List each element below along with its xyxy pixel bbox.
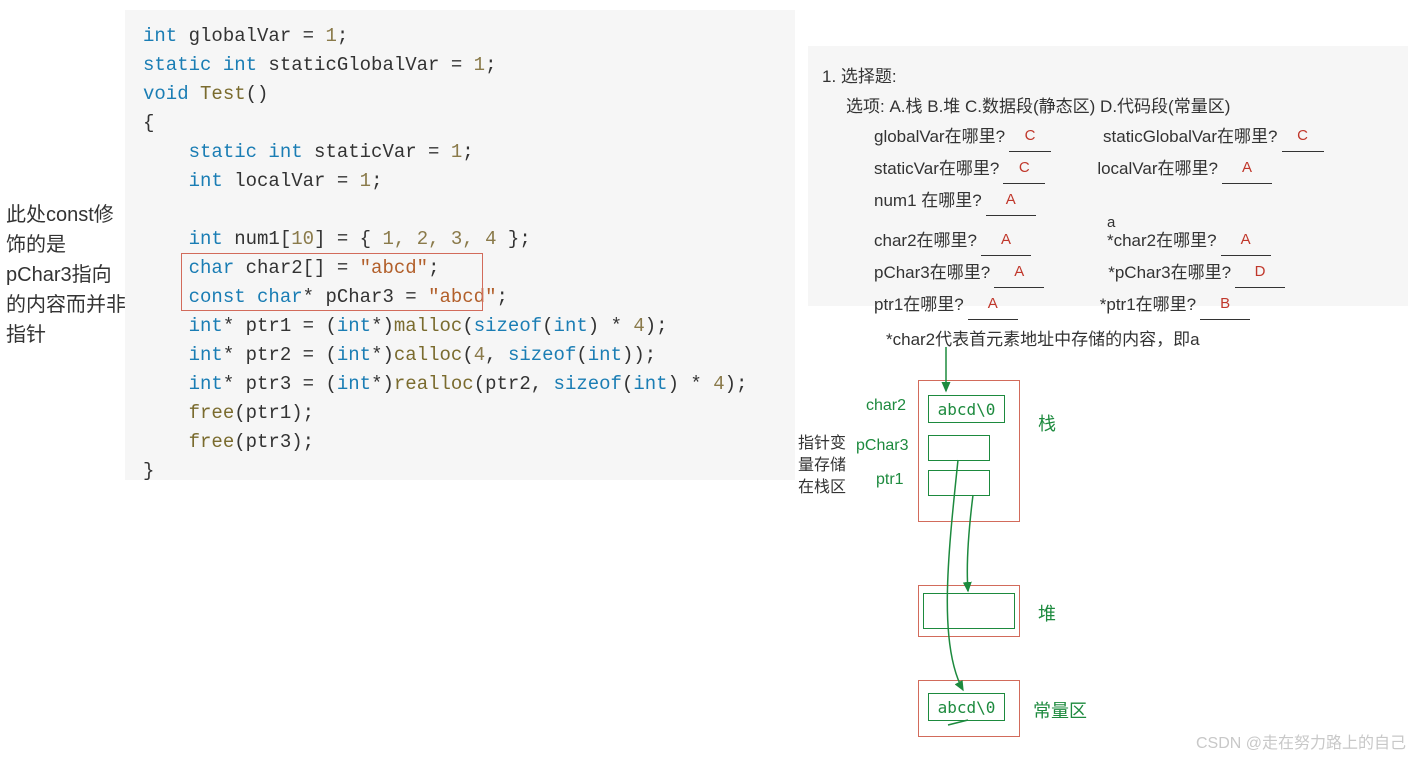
region-const-label: 常量区: [1033, 697, 1087, 723]
stack-char2-box: abcd\0: [928, 395, 1005, 423]
region-heap-label: 堆: [1038, 600, 1056, 626]
label-pchar3: pChar3: [856, 437, 908, 455]
watermark: CSDN @走在努力路上的自己: [1196, 729, 1406, 753]
const-abcd-box: abcd\0: [928, 693, 1005, 721]
memory-diagram: *char2代表首元素地址中存储的内容，即a abcd\0 abcd\0 cha…: [818, 325, 1408, 740]
region-stack-label: 栈: [1038, 410, 1056, 436]
stack-ptr1-box: [928, 470, 990, 496]
quiz-title: 1. 选择题:: [822, 62, 1394, 92]
stack-pchar3-box: [928, 435, 990, 461]
code-block: int globalVar = 1; static int staticGlob…: [125, 10, 795, 480]
quiz-panel: 1. 选择题: 选项: A.栈 B.堆 C.数据段(静态区) D.代码段(常量区…: [808, 46, 1408, 306]
heap-box: [923, 593, 1015, 629]
label-ptr1: ptr1: [876, 471, 904, 489]
label-char2: char2: [866, 397, 906, 415]
char2-deref-note: *char2代表首元素地址中存储的内容，即a: [886, 325, 1200, 350]
quiz-options: 选项: A.栈 B.堆 C.数据段(静态区) D.代码段(常量区): [822, 92, 1394, 122]
ptr-storage-note: 指针变 量存储 在栈区: [798, 433, 846, 499]
const-annotation: 此处const修饰的是pChar3指向的内容而并非指针: [6, 200, 128, 350]
